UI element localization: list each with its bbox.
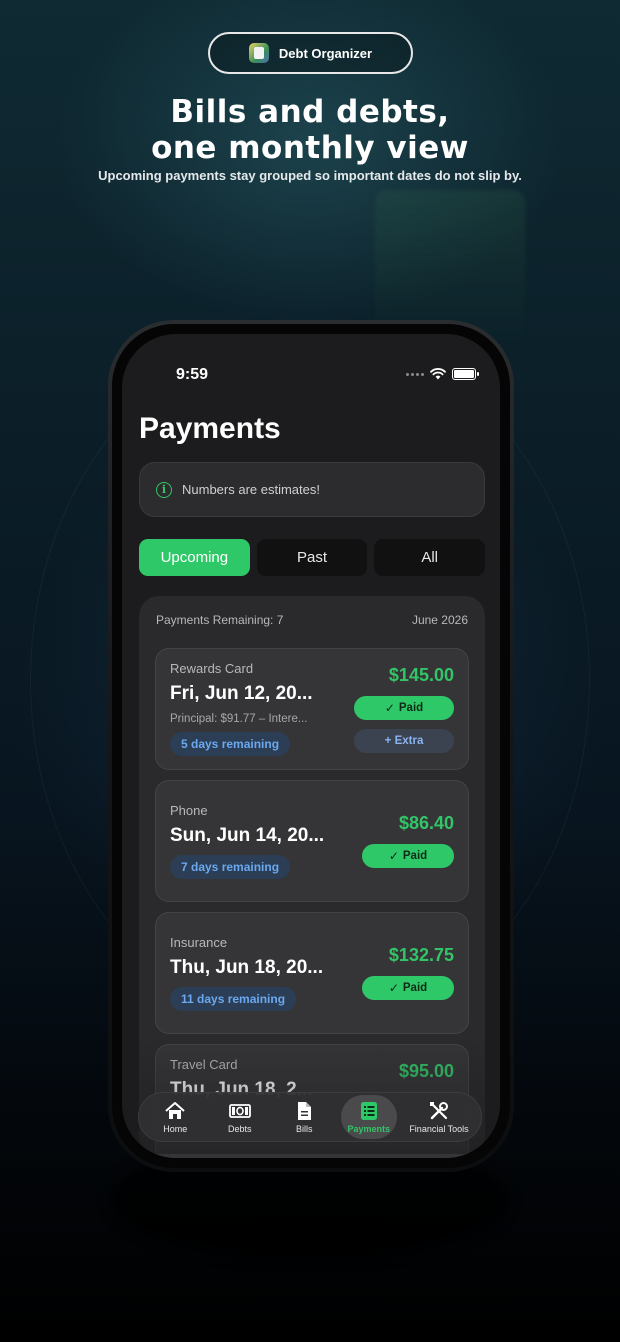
status-icons [406, 368, 479, 380]
paid-label: Paid [398, 702, 424, 714]
tab-bar-label: Debts [228, 1124, 252, 1134]
payment-card-phone[interactable]: Phone Sun, Jun 14, 20... 7 days remainin… [155, 780, 469, 902]
tab-bar-home[interactable]: Home [147, 1095, 203, 1139]
headline-line-1: Bills and debts, [170, 94, 450, 130]
payment-name: Insurance [170, 935, 228, 950]
days-remaining-badge: 11 days remaining [170, 987, 297, 1011]
payments-remaining-label: Payments Remaining: 7 [156, 613, 284, 627]
list-icon [360, 1102, 377, 1120]
banknote-icon [228, 1104, 251, 1118]
app-badge-label: Debt Organizer [278, 45, 373, 61]
checkmark-icon: ✓ [384, 701, 395, 715]
info-icon: i [156, 481, 172, 498]
mark-paid-button[interactable]: ✓ Paid [354, 696, 454, 720]
tab-bar-bills[interactable]: Bills [276, 1095, 332, 1139]
notice-text: Numbers are estimates! [182, 482, 320, 497]
payment-amount: $95.00 [398, 1061, 454, 1081]
app-logo-icon [248, 43, 269, 63]
mark-paid-button[interactable]: ✓ Paid [362, 976, 454, 1000]
background-card-graphic [375, 190, 525, 340]
wifi-icon [430, 368, 446, 380]
payment-card-rewards-card[interactable]: Rewards Card Fri, Jun 12, 20... Principa… [155, 648, 469, 770]
payment-amount: $86.40 [398, 813, 454, 833]
phone-frame: 9:59 Payments i Numbers are estimates! U… [108, 320, 514, 1172]
paid-label: Paid [402, 982, 428, 994]
filter-tabs: Upcoming Past All [139, 539, 486, 576]
checkmark-icon: ✓ [388, 981, 399, 995]
payment-date: Sun, Jun 14, 20... [170, 825, 325, 846]
tab-all[interactable]: All [374, 539, 486, 576]
tab-bar-payments[interactable]: Payments [340, 1095, 397, 1139]
payment-date: Thu, Jun 18, 20... [170, 957, 324, 978]
checkmark-icon: ✓ [388, 849, 399, 863]
document-icon [298, 1102, 312, 1120]
app-badge: Debt Organizer [208, 32, 413, 74]
tab-bar-debts[interactable]: Debts [212, 1095, 268, 1139]
payment-detail: Principal: $91.77 – Intere... [170, 713, 308, 725]
house-icon [165, 1102, 185, 1119]
headline-line-2: one monthly view [151, 130, 469, 166]
tab-past[interactable]: Past [256, 539, 368, 576]
payment-card-insurance[interactable]: Insurance Thu, Jun 18, 20... 11 days rem… [155, 912, 469, 1034]
payment-amount: $132.75 [388, 945, 454, 965]
panel-header: Payments Remaining: 7 June 2026 [139, 596, 485, 627]
promo-headline: Bills and debts, one monthly view [0, 94, 620, 166]
payment-name: Phone [170, 803, 208, 818]
tab-bar-label: Home [163, 1124, 188, 1134]
phone-screen: 9:59 Payments i Numbers are estimates! U… [122, 334, 500, 1158]
payment-date: Fri, Jun 12, 20... [170, 683, 313, 704]
tab-bar-financial-tools[interactable]: Financial Tools [405, 1095, 472, 1139]
paid-label: Paid [402, 850, 428, 862]
status-time: 9:59 [176, 366, 209, 383]
signal-icon [406, 372, 424, 376]
tab-bar-label: Financial Tools [409, 1124, 469, 1134]
payment-amount: $145.00 [388, 665, 454, 685]
days-remaining-badge: 7 days remaining [170, 855, 291, 879]
tools-icon [430, 1102, 448, 1120]
battery-icon [452, 368, 479, 380]
bottom-tab-bar: Home Debts Bills Payments Financial Tool… [138, 1092, 482, 1142]
payments-panel: Payments Remaining: 7 June 2026 Rewards … [139, 596, 485, 1158]
estimate-notice: i Numbers are estimates! [139, 462, 485, 517]
page-title: Payments [139, 412, 281, 445]
mark-paid-button[interactable]: ✓ Paid [362, 844, 454, 868]
promo-subline: Upcoming payments stay grouped so import… [98, 168, 522, 183]
days-remaining-badge: 5 days remaining [170, 732, 291, 756]
extra-payment-button[interactable]: + Extra [354, 729, 454, 753]
tab-bar-label: Payments [347, 1124, 391, 1134]
month-label: June 2026 [411, 613, 468, 627]
tab-upcoming[interactable]: Upcoming [139, 539, 250, 576]
payment-name: Travel Card [170, 1057, 238, 1072]
tab-bar-label: Bills [296, 1124, 313, 1134]
payment-name: Rewards Card [170, 661, 254, 676]
